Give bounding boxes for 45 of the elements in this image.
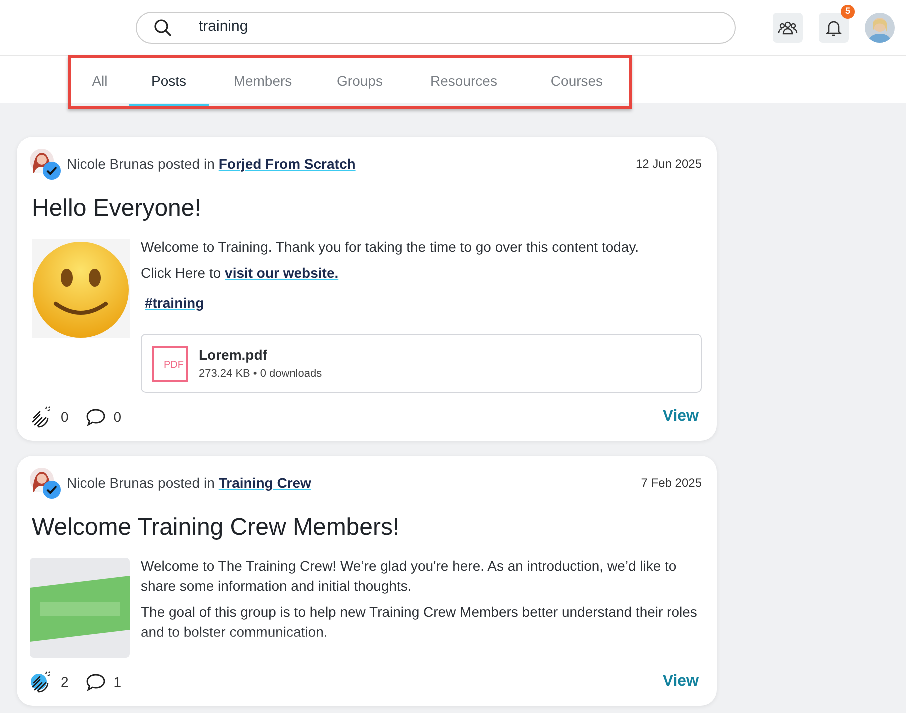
post-byline: Nicole Brunas posted in bbox=[67, 154, 215, 174]
clap-icon[interactable] bbox=[30, 671, 52, 693]
filter-tab[interactable]: Resources bbox=[403, 58, 525, 106]
post-text: Welcome to The Training Crew! We’re glad you're here. As an introduction, we’d like to share some information and initial thoughts. bbox=[141, 558, 678, 596]
view-link[interactable]: View bbox=[662, 670, 699, 694]
bell-icon bbox=[826, 18, 842, 36]
verified-badge-icon bbox=[43, 481, 61, 499]
search-text: training bbox=[199, 17, 248, 38]
post-title: Welcome Training Crew Members! bbox=[32, 513, 401, 543]
comment-count: 0 bbox=[114, 408, 122, 426]
comment-count: 1 bbox=[114, 672, 122, 692]
post-title: Hello Everyone! bbox=[32, 194, 202, 224]
reaction-count: 2 bbox=[61, 672, 69, 692]
filter-tab[interactable]: Members bbox=[209, 58, 317, 106]
post-date: 7 Feb 2025 bbox=[641, 475, 702, 492]
filter-tab[interactable]: Groups bbox=[317, 58, 403, 106]
comment-icon[interactable] bbox=[86, 673, 106, 691]
filter-tab[interactable]: All bbox=[71, 58, 129, 106]
filter-tab[interactable]: Posts bbox=[129, 58, 209, 106]
file-type-icon: PDF bbox=[152, 346, 188, 382]
post-text: The goal of this group is to help new Training Crew Members better understand their roles and to bolster communication. bbox=[141, 603, 698, 642]
search-field[interactable]: training bbox=[136, 12, 736, 44]
file-name: Lorem.pdf bbox=[199, 346, 268, 365]
post-text: Welcome to Training. Thank you for taking the time to go over this content today. bbox=[141, 238, 640, 257]
view-link[interactable]: View bbox=[662, 405, 699, 429]
notifications-button[interactable] bbox=[819, 12, 849, 42]
verified-badge-icon bbox=[43, 162, 61, 180]
group-link[interactable]: Training Crew bbox=[218, 472, 312, 494]
post-date: 12 Jun 2025 bbox=[636, 156, 702, 173]
post-byline: Nicole Brunas posted in bbox=[67, 474, 215, 493]
hashtag-link[interactable]: #training bbox=[145, 293, 204, 314]
post-text: Click Here to visit our website. bbox=[141, 264, 340, 283]
notification-badge: 5 bbox=[841, 4, 855, 18]
file-meta: 273.24 KB • 0 downloads bbox=[199, 366, 322, 382]
search-icon bbox=[154, 18, 172, 36]
attachment-card[interactable]: PDF Lorem.pdf 273.24 KB • 0 downloads bbox=[141, 334, 702, 393]
clap-icon[interactable] bbox=[30, 406, 52, 428]
website-link[interactable]: visit our website. bbox=[225, 265, 339, 281]
filter-tab[interactable]: Courses bbox=[525, 58, 629, 106]
groups-button[interactable] bbox=[773, 12, 803, 42]
reaction-count: 0 bbox=[61, 408, 69, 426]
user-avatar[interactable] bbox=[865, 12, 895, 44]
group-link[interactable]: Forjed From Scratch bbox=[218, 154, 356, 174]
comment-icon[interactable] bbox=[86, 408, 106, 426]
people-icon bbox=[778, 20, 798, 36]
